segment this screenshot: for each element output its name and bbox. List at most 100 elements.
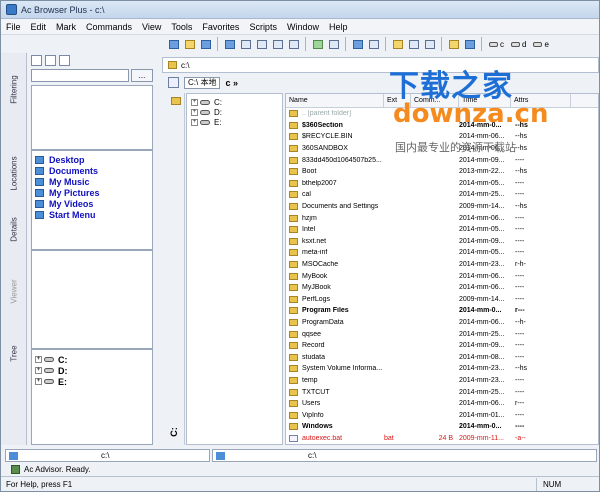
table-row[interactable]: PerfLogs 2009-mm-14... ----: [286, 294, 598, 306]
table-row[interactable]: hzjm 2014-mm-06... ----: [286, 212, 598, 224]
column-ext[interactable]: Ext: [384, 94, 411, 107]
filter-combo[interactable]: [31, 69, 129, 82]
table-row[interactable]: studata 2014-mm-08... ----: [286, 351, 598, 363]
table-row[interactable]: VipInfo 2014-mm-01... ----: [286, 409, 598, 421]
location-item[interactable]: My Music: [32, 176, 152, 187]
tiles-icon[interactable]: [286, 37, 301, 52]
table-row[interactable]: .. [parent folder]: [286, 108, 598, 120]
console-icon[interactable]: [422, 37, 437, 52]
menu-help[interactable]: Help: [324, 19, 353, 35]
column-time[interactable]: Time: [459, 94, 511, 107]
tab-locations[interactable]: Locations: [4, 141, 24, 205]
expand-icon[interactable]: +: [191, 118, 198, 126]
tree-drive[interactable]: + C:: [187, 97, 282, 107]
table-row[interactable]: cal 2014-mm-25... ----: [286, 189, 598, 201]
table-row[interactable]: ksxt.net 2014-mm-09... ----: [286, 236, 598, 248]
download-icon[interactable]: [198, 37, 213, 52]
breadcrumb-next[interactable]: c »: [225, 78, 238, 88]
expand-icon[interactable]: +: [35, 378, 42, 385]
edit-icon[interactable]: [462, 37, 477, 52]
location-item[interactable]: My Pictures: [32, 187, 152, 198]
drive-c-button[interactable]: c: [486, 40, 507, 49]
path-tab-right[interactable]: c:\: [212, 449, 597, 462]
expand-icon[interactable]: +: [35, 356, 42, 363]
tab-filtering[interactable]: Filtering: [4, 57, 24, 121]
table-row[interactable]: 360SANDBOX 2014-mm-06... --hs: [286, 143, 598, 155]
sync-icon[interactable]: [310, 37, 325, 52]
table-row[interactable]: Program Files 2014-mm-0... r---: [286, 305, 598, 317]
drive-e-button[interactable]: e: [530, 40, 551, 49]
table-row[interactable]: qqsee 2014-mm-25... ----: [286, 328, 598, 340]
table-row[interactable]: Users 2014-mm-06... r---: [286, 398, 598, 410]
refresh-icon[interactable]: [59, 55, 70, 66]
menu-view[interactable]: View: [137, 19, 166, 35]
filter-dropdown-button[interactable]: ...: [131, 69, 153, 82]
tree-drive[interactable]: + D:: [32, 365, 152, 376]
table-row[interactable]: meta-inf 2014-mm-05... ----: [286, 247, 598, 259]
columns-icon[interactable]: [366, 37, 381, 52]
table-row[interactable]: temp 2014-mm-23... ----: [286, 375, 598, 387]
menu-edit[interactable]: Edit: [26, 19, 52, 35]
menu-file[interactable]: File: [1, 19, 26, 35]
tree-drive[interactable]: + C:: [32, 354, 152, 365]
tab-tree[interactable]: Tree: [4, 321, 24, 385]
menu-tools[interactable]: Tools: [166, 19, 197, 35]
folder-open-icon[interactable]: [446, 37, 461, 52]
table-row[interactable]: $RECYCLE.BIN 2014-mm-06... --hs: [286, 131, 598, 143]
column-name[interactable]: Name: [286, 94, 384, 107]
table-row[interactable]: bthelp2007 2014-mm-05... ----: [286, 178, 598, 190]
expand-icon[interactable]: +: [191, 98, 198, 106]
view-icon[interactable]: [222, 37, 237, 52]
path-tab-left[interactable]: c:\: [5, 449, 210, 462]
copy-icon[interactable]: [166, 37, 181, 52]
column-attrs[interactable]: Attrs: [511, 94, 571, 107]
tab-details[interactable]: Details: [4, 197, 24, 261]
find-icon[interactable]: [31, 55, 42, 66]
address-bar[interactable]: c:\: [162, 57, 599, 73]
menu-scripts[interactable]: Scripts: [244, 19, 282, 35]
menu-favorites[interactable]: Favorites: [197, 19, 244, 35]
menu-commands[interactable]: Commands: [81, 19, 137, 35]
table-row[interactable]: ProgramData 2014-mm-06... --h-: [286, 317, 598, 329]
table-row[interactable]: autoexec.bat bat 24 B 2009-mm-11... -a--: [286, 433, 598, 444]
drive-d-button[interactable]: d: [508, 40, 529, 49]
expand-icon[interactable]: +: [191, 108, 198, 116]
tree-drive[interactable]: + D:: [187, 107, 282, 117]
move-icon[interactable]: [182, 37, 197, 52]
table-row[interactable]: Boot 2013-mm-22... --hs: [286, 166, 598, 178]
details-icon[interactable]: [254, 37, 269, 52]
location-item[interactable]: Start Menu: [32, 209, 152, 220]
table-row[interactable]: TXTCUT 2014-mm-25... ----: [286, 386, 598, 398]
location-item[interactable]: Documents: [32, 165, 152, 176]
table-row[interactable]: MSOCache 2014-mm-23... r-h-: [286, 259, 598, 271]
table-row[interactable]: MyJBook 2014-mm-06... ----: [286, 282, 598, 294]
table-row[interactable]: System Volume Informa... 2014-mm-23... --h…: [286, 363, 598, 375]
compare-icon[interactable]: [326, 37, 341, 52]
list-icon[interactable]: [270, 37, 285, 52]
up-folder-icon[interactable]: [168, 77, 179, 88]
filter-box[interactable]: [31, 85, 153, 150]
menu-window[interactable]: Window: [282, 19, 324, 35]
table-row[interactable]: Windows 2014-mm-0... ----: [286, 421, 598, 433]
menu-mark[interactable]: Mark: [51, 19, 81, 35]
column-comment[interactable]: Comm...: [411, 94, 459, 107]
table-row[interactable]: Record 2014-mm-09... ----: [286, 340, 598, 352]
location-item[interactable]: Desktop: [32, 154, 152, 165]
thumbs-icon[interactable]: [238, 37, 253, 52]
drive-combo[interactable]: C:\ 本地: [184, 76, 221, 89]
file-time: 2014-mm-23...: [459, 365, 505, 373]
location-item[interactable]: My Videos: [32, 198, 152, 209]
table-row[interactable]: 833dd450d1064507b25... 2014-mm-09... ----: [286, 154, 598, 166]
table-row[interactable]: $360Section 2014-mm-0... --hs: [286, 120, 598, 132]
expand-icon[interactable]: +: [35, 367, 42, 374]
tab-viewer[interactable]: Viewer: [4, 259, 24, 323]
notes-icon[interactable]: [390, 37, 405, 52]
tree-drive[interactable]: + E:: [187, 117, 282, 127]
table-row[interactable]: Documents and Settings 2009-mm-14... --hs: [286, 201, 598, 213]
props-icon[interactable]: [406, 37, 421, 52]
tree-drive[interactable]: + E:: [32, 376, 152, 387]
mark-icon[interactable]: [350, 37, 365, 52]
table-row[interactable]: MyBook 2014-mm-06... ----: [286, 270, 598, 282]
filter-icon[interactable]: [45, 55, 56, 66]
table-row[interactable]: Intel 2014-mm-05... ----: [286, 224, 598, 236]
